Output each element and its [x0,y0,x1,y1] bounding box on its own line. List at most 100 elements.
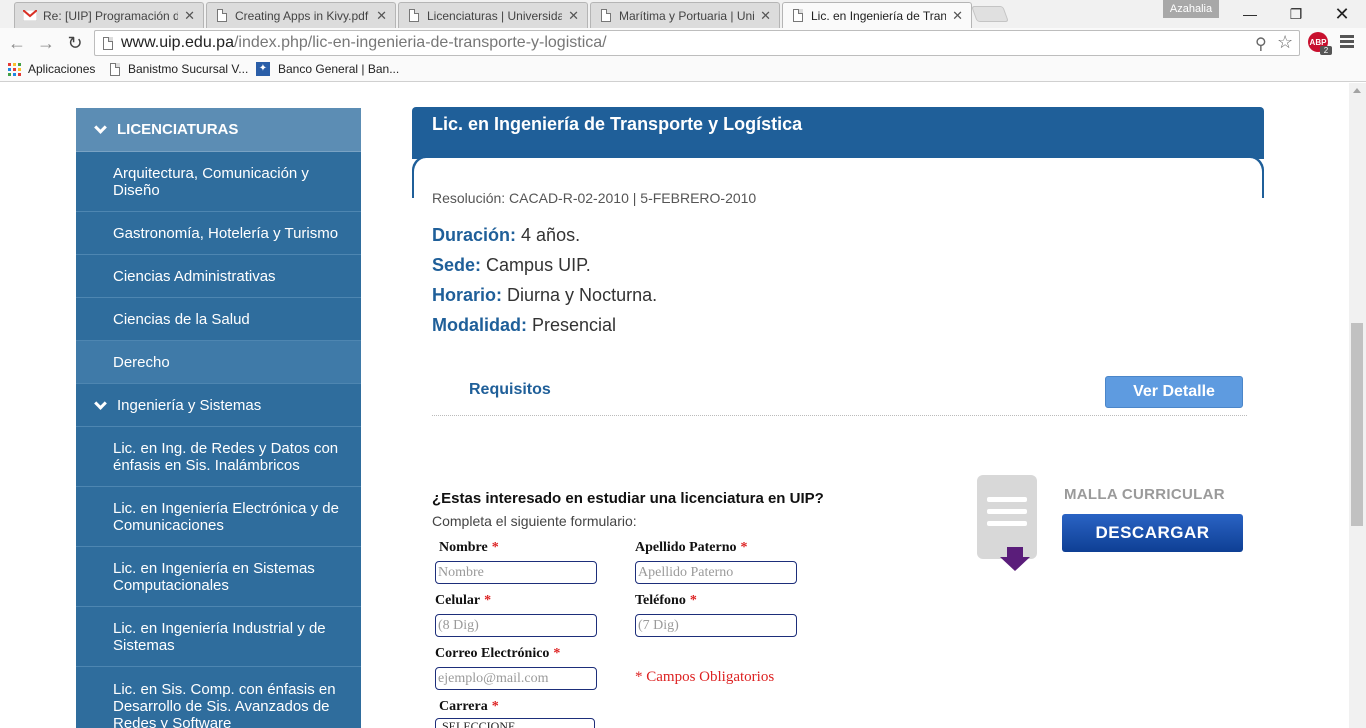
modalidad-value: Presencial [532,315,617,335]
sidebar-item-label: Ciencias Administrativas [113,267,276,285]
sidebar-item-sis-comp[interactable]: Lic. en Sis. Comp. con énfasis en Desarr… [76,667,361,728]
profile-badge[interactable]: Azahalia [1163,0,1219,18]
sidebar-item-ciencias-administrativas[interactable]: Ciencias Administrativas [76,255,361,298]
banco-general-icon: ✦ [256,62,270,76]
bookmark-star-icon[interactable]: ☆ [1277,32,1293,53]
correo-label: Correo Electrónico * [435,646,561,661]
ver-detalle-button[interactable]: Ver Detalle [1105,376,1243,408]
sidebar-item-industrial[interactable]: Lic. en Ingeniería Industrial y de Siste… [76,607,361,667]
nombre-input[interactable] [435,561,597,584]
bookmark-apps[interactable]: Aplicaciones [8,62,95,76]
window-close-icon[interactable]: ✕ [1319,0,1365,28]
sidebar-item-gastronomia[interactable]: Gastronomía, Hotelería y Turismo [76,212,361,255]
celular-input[interactable] [435,614,597,637]
page-icon [215,9,229,23]
new-tab-button[interactable] [971,6,1009,22]
nombre-label: Nombre * [439,540,499,555]
sidebar-item-label: Lic. en Ingeniería Electrónica y de Comu… [113,499,339,534]
sede-value: Campus UIP. [486,255,591,275]
close-icon[interactable]: ✕ [184,8,195,24]
sidebar-item-label: Ingeniería y Sistemas [117,396,262,414]
telefono-input[interactable] [635,614,797,637]
scrollbar-thumb[interactable] [1351,323,1363,526]
sidebar-item-arquitectura[interactable]: Arquitectura, Comunicación y Diseño [76,152,361,212]
sede-label: Sede: [432,255,482,275]
sidebar-item-derecho[interactable]: Derecho [76,341,361,384]
page-title: Lic. en Ingeniería de Transporte y Logís… [432,114,803,134]
sidebar-item-sistemas-computacionales[interactable]: Lic. en Ingeniería en Sistemas Computaci… [76,547,361,607]
sidebar-item-ciencias-salud[interactable]: Ciencias de la Salud [76,298,361,341]
requisitos-label: Requisitos [469,381,551,398]
url-text[interactable]: www.uip.edu.pa/index.php/lic-en-ingenier… [121,34,607,52]
sidebar-item-label: Arquitectura, Comunicación y Diseño [113,164,309,199]
adblock-count-badge: 2 [1320,46,1332,55]
celular-label: Celular * [435,593,492,608]
requisitos-divider [432,415,1247,416]
sidebar-header[interactable]: LICENCIATURAS [76,108,361,152]
carrera-select[interactable]: SELECCIONE [435,718,595,728]
chevron-down-icon [94,121,107,134]
correo-input[interactable] [435,667,597,690]
close-icon[interactable]: ✕ [760,8,771,24]
malla-curricular-title: MALLA CURRICULAR [1064,486,1225,503]
address-bar[interactable]: www.uip.edu.pa/index.php/lic-en-ingenier… [94,30,1300,56]
gmail-icon [23,9,37,23]
download-arrow-icon [1000,547,1030,571]
zoom-icon[interactable]: ⚲ [1255,34,1267,54]
horario-label: Horario: [432,285,503,305]
sidebar-item-electronica[interactable]: Lic. en Ingeniería Electrónica y de Comu… [76,487,361,547]
tab-title: Lic. en Ingeniería de Trans [811,8,947,23]
tab-kivy-pdf[interactable]: Creating Apps in Kivy.pdf ✕ [206,2,396,28]
program-card-body [412,158,1264,218]
bookmark-banistmo[interactable]: Banistmo Sucursal V... [110,62,248,76]
tab-title: Licenciaturas | Universidad [427,8,563,23]
program-header: Lic. en Ingeniería de Transporte y Logís… [412,107,1264,159]
close-icon[interactable]: ✕ [568,8,579,24]
restore-icon[interactable]: ❐ [1273,0,1319,28]
sidebar-item-label: Lic. en Ingeniería en Sistemas Computaci… [113,559,315,594]
page-icon [791,9,805,23]
bookmark-label: Banistmo Sucursal V... [128,62,249,76]
page-icon [110,62,120,76]
chevron-down-icon [94,396,107,410]
tab-strip: Re: [UIP] Programación de ✕ Creating App… [0,0,1366,28]
duracion-value: 4 años. [521,225,581,245]
sidebar-item-label: Ciencias de la Salud [113,310,250,328]
sede-line: Sede: Campus UIP. [432,255,591,276]
sidebar-menu: LICENCIATURAS Arquitectura, Comunicación… [76,108,361,728]
page-info-icon[interactable] [103,37,113,50]
horario-line: Horario: Diurna y Nocturna. [432,285,657,306]
tab-gmail[interactable]: Re: [UIP] Programación de ✕ [14,2,204,28]
forward-arrow-icon[interactable]: → [35,32,57,54]
sidebar-item-ingenieria-sistemas[interactable]: Ingeniería y Sistemas [76,384,361,427]
back-arrow-icon[interactable]: ← [6,32,28,54]
chrome-menu-icon[interactable] [1340,35,1354,50]
tab-title: Creating Apps in Kivy.pdf [235,8,369,23]
close-icon[interactable]: ✕ [952,8,963,24]
page-scrollbar[interactable] [1349,83,1366,728]
modalidad-line: Modalidad: Presencial [432,315,616,336]
resolution-text: Resolución: CACAD-R-02-2010 | 5-FEBRERO-… [432,190,757,206]
bookmark-label: Aplicaciones [28,62,96,76]
horario-value: Diurna y Nocturna. [507,285,658,305]
sidebar-item-redes-datos[interactable]: Lic. en Ing. de Redes y Datos con énfasi… [76,427,361,487]
form-subtitle: Completa el siguiente formulario: [432,513,637,529]
tab-active-lic-transporte[interactable]: Lic. en Ingeniería de Trans ✕ [782,2,972,28]
apellido-input[interactable] [635,561,797,584]
tab-licenciaturas[interactable]: Licenciaturas | Universidad ✕ [398,2,588,28]
sidebar-item-label: Lic. en Sis. Comp. con énfasis en Desarr… [113,681,336,728]
reload-icon[interactable]: ↻ [64,32,86,54]
descargar-button[interactable]: DESCARGAR [1062,514,1243,552]
bookmark-label: Banco General | Ban... [278,62,400,76]
tab-maritima[interactable]: Marítima y Portuaria | Univ ✕ [590,2,780,28]
close-icon[interactable]: ✕ [376,8,387,24]
bookmarks-bar: Aplicaciones Banistmo Sucursal V... ✦ Ba… [0,58,1366,82]
tab-title: Marítima y Portuaria | Univ [619,8,755,23]
url-path: /index.php/lic-en-ingenieria-de-transpor… [233,34,607,51]
minimize-icon[interactable]: — [1227,0,1273,28]
tab-title: Re: [UIP] Programación de [43,8,179,23]
apellido-label: Apellido Paterno * [635,540,748,555]
bookmark-banco-general[interactable]: ✦ Banco General | Ban... [256,62,399,76]
form-question: ¿Estas interesado en estudiar una licenc… [432,490,824,507]
scroll-up-arrow-icon[interactable] [1353,88,1361,93]
